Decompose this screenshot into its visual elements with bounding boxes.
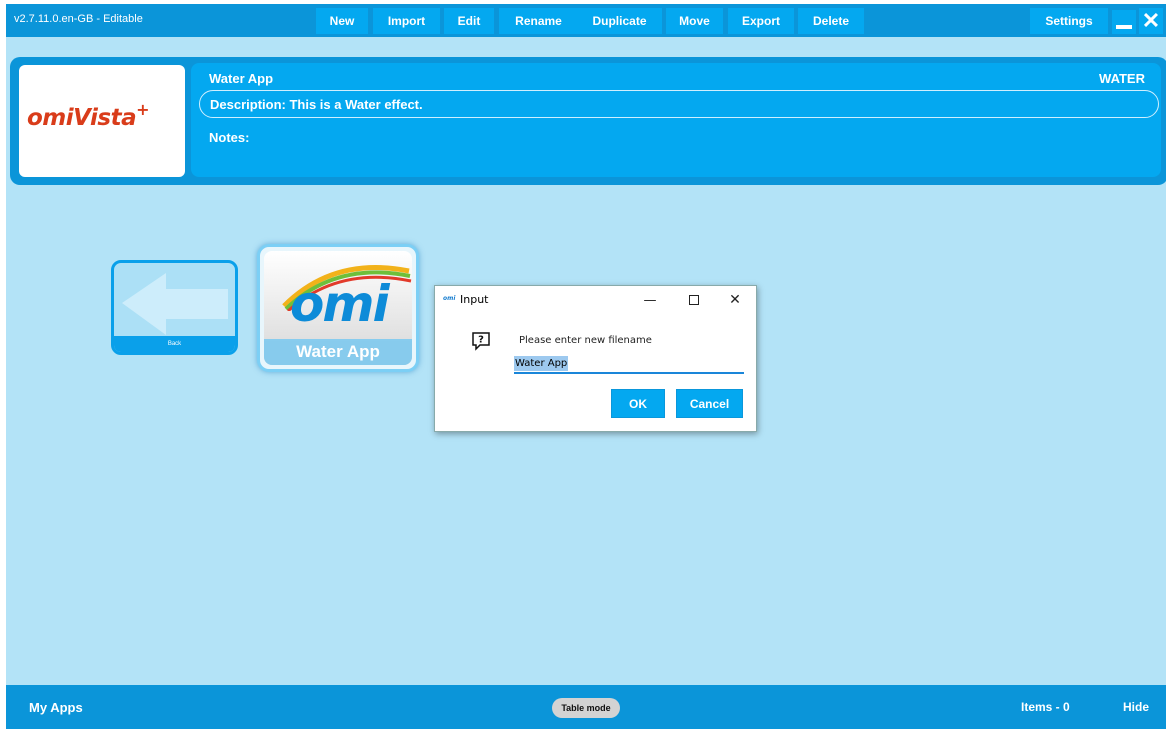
- dialog-titlebar: omi Input — ✕: [435, 286, 756, 314]
- logo-wordmark: omiVista: [27, 105, 137, 131]
- maximize-icon: [689, 295, 699, 305]
- app-window: v2.7.11.0.en-GB - Editable New Import Ed…: [6, 4, 1166, 729]
- top-toolbar: v2.7.11.0.en-GB - Editable New Import Ed…: [6, 4, 1166, 37]
- app-title: Water App: [209, 71, 274, 86]
- filename-input-value: Water App: [514, 356, 569, 371]
- duplicate-button[interactable]: Duplicate: [577, 8, 662, 34]
- close-icon: ✕: [1141, 8, 1161, 33]
- water-app-tile[interactable]: omi Water App: [257, 244, 419, 372]
- minimize-icon: [1116, 25, 1132, 29]
- close-icon: ✕: [729, 292, 741, 308]
- version-label: v2.7.11.0.en-GB - Editable: [14, 13, 143, 25]
- cancel-button[interactable]: Cancel: [676, 389, 743, 418]
- delete-button[interactable]: Delete: [798, 8, 864, 34]
- edit-button[interactable]: Edit: [444, 8, 494, 34]
- dialog-close-button[interactable]: ✕: [720, 289, 750, 311]
- close-button[interactable]: ✕: [1139, 8, 1163, 34]
- input-dialog: omi Input — ✕ ? Please enter new filenam…: [434, 285, 757, 432]
- omi-logo: omi: [290, 275, 390, 333]
- settings-button[interactable]: Settings: [1030, 8, 1108, 34]
- logo-box: omiVista+: [19, 65, 185, 177]
- dialog-title: Input: [460, 293, 489, 306]
- dialog-prompt: Please enter new filename: [519, 335, 652, 346]
- description-text: Description: This is a Water effect.: [210, 97, 423, 112]
- header-info: Water App WATER Description: This is a W…: [191, 63, 1161, 177]
- import-button[interactable]: Import: [373, 8, 440, 34]
- svg-text:?: ?: [478, 335, 484, 346]
- omivista-logo: omiVista+: [27, 100, 150, 131]
- water-app-label: Water App: [264, 339, 412, 365]
- app-code: WATER: [1099, 71, 1145, 86]
- move-button[interactable]: Move: [666, 8, 723, 34]
- logo-plus: +: [136, 100, 150, 119]
- table-mode-toggle[interactable]: Table mode: [552, 698, 620, 718]
- ok-button[interactable]: OK: [611, 389, 665, 418]
- back-tile[interactable]: Back: [111, 260, 238, 355]
- minimize-icon: —: [643, 292, 657, 308]
- export-button[interactable]: Export: [728, 8, 794, 34]
- new-button[interactable]: New: [316, 8, 368, 34]
- section-label: My Apps: [29, 700, 83, 715]
- dialog-minimize-button[interactable]: —: [635, 289, 665, 311]
- minimize-button[interactable]: [1112, 10, 1136, 34]
- description-box: Description: This is a Water effect.: [199, 90, 1159, 118]
- items-count: Items - 0: [1021, 700, 1070, 714]
- bottom-bar: My Apps Table mode Items - 0 Hide: [6, 685, 1166, 729]
- notes-label: Notes:: [209, 130, 250, 145]
- rename-button[interactable]: Rename: [499, 8, 578, 34]
- hide-button[interactable]: Hide: [1123, 700, 1149, 714]
- app-thumbnail: omi Water App: [264, 251, 412, 365]
- question-icon: ?: [472, 332, 490, 351]
- omi-app-icon: omi: [443, 295, 456, 302]
- dialog-maximize-button[interactable]: [679, 289, 709, 311]
- app-header-panel: omiVista+ Water App WATER Description: T…: [10, 57, 1166, 185]
- back-label: Back: [114, 336, 235, 352]
